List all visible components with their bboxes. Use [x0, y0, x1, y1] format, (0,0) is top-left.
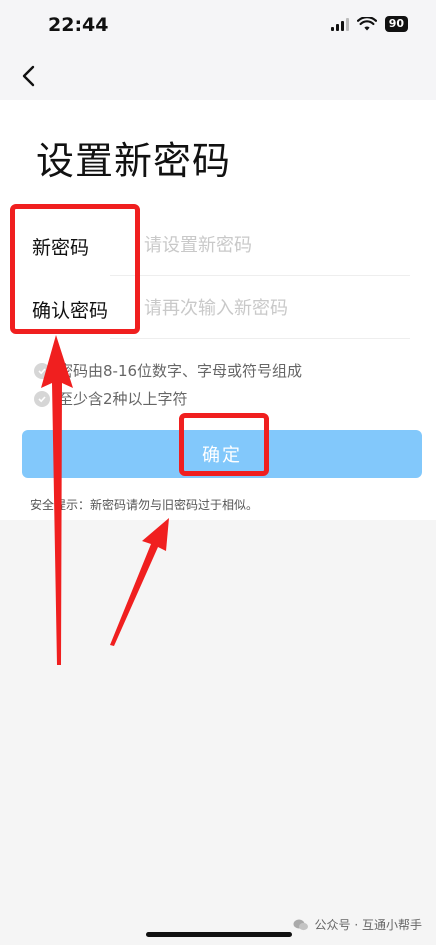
hint-text: 至少含2种以上字符 [58, 390, 188, 408]
label-highlight-box [10, 204, 140, 334]
new-password-input[interactable] [142, 227, 396, 263]
security-tip: 安全提示：新密码请勿与旧密码过于相似。 [30, 498, 259, 512]
confirm-password-input[interactable] [142, 290, 396, 326]
watermark-text: 公众号 · 互通小帮手 [314, 918, 422, 932]
check-icon [34, 362, 50, 379]
divider [110, 338, 410, 339]
divider [110, 275, 410, 276]
hint-item: 至少含2种以上字符 [34, 388, 188, 409]
hint-text: 密码由8-16位数字、字母或符号组成 [58, 362, 303, 380]
check-icon [34, 390, 50, 407]
button-highlight-box [179, 413, 269, 476]
home-indicator[interactable] [146, 932, 292, 937]
status-icons: 90 [330, 16, 408, 32]
nav-bar [0, 56, 436, 100]
hint-item: 密码由8-16位数字、字母或符号组成 [34, 360, 302, 381]
watermark: 公众号 · 互通小帮手 [293, 916, 422, 933]
page-title: 设置新密码 [36, 139, 232, 183]
status-time: 22:44 [48, 14, 109, 36]
wifi-icon [356, 16, 377, 30]
battery-icon: 90 [384, 16, 408, 32]
annotation-arrow-icon [110, 518, 169, 646]
signal-icon [330, 17, 349, 31]
wechat-icon [293, 919, 308, 930]
status-bar: 22:44 90 [0, 0, 436, 56]
back-arrow-icon[interactable] [16, 62, 44, 90]
